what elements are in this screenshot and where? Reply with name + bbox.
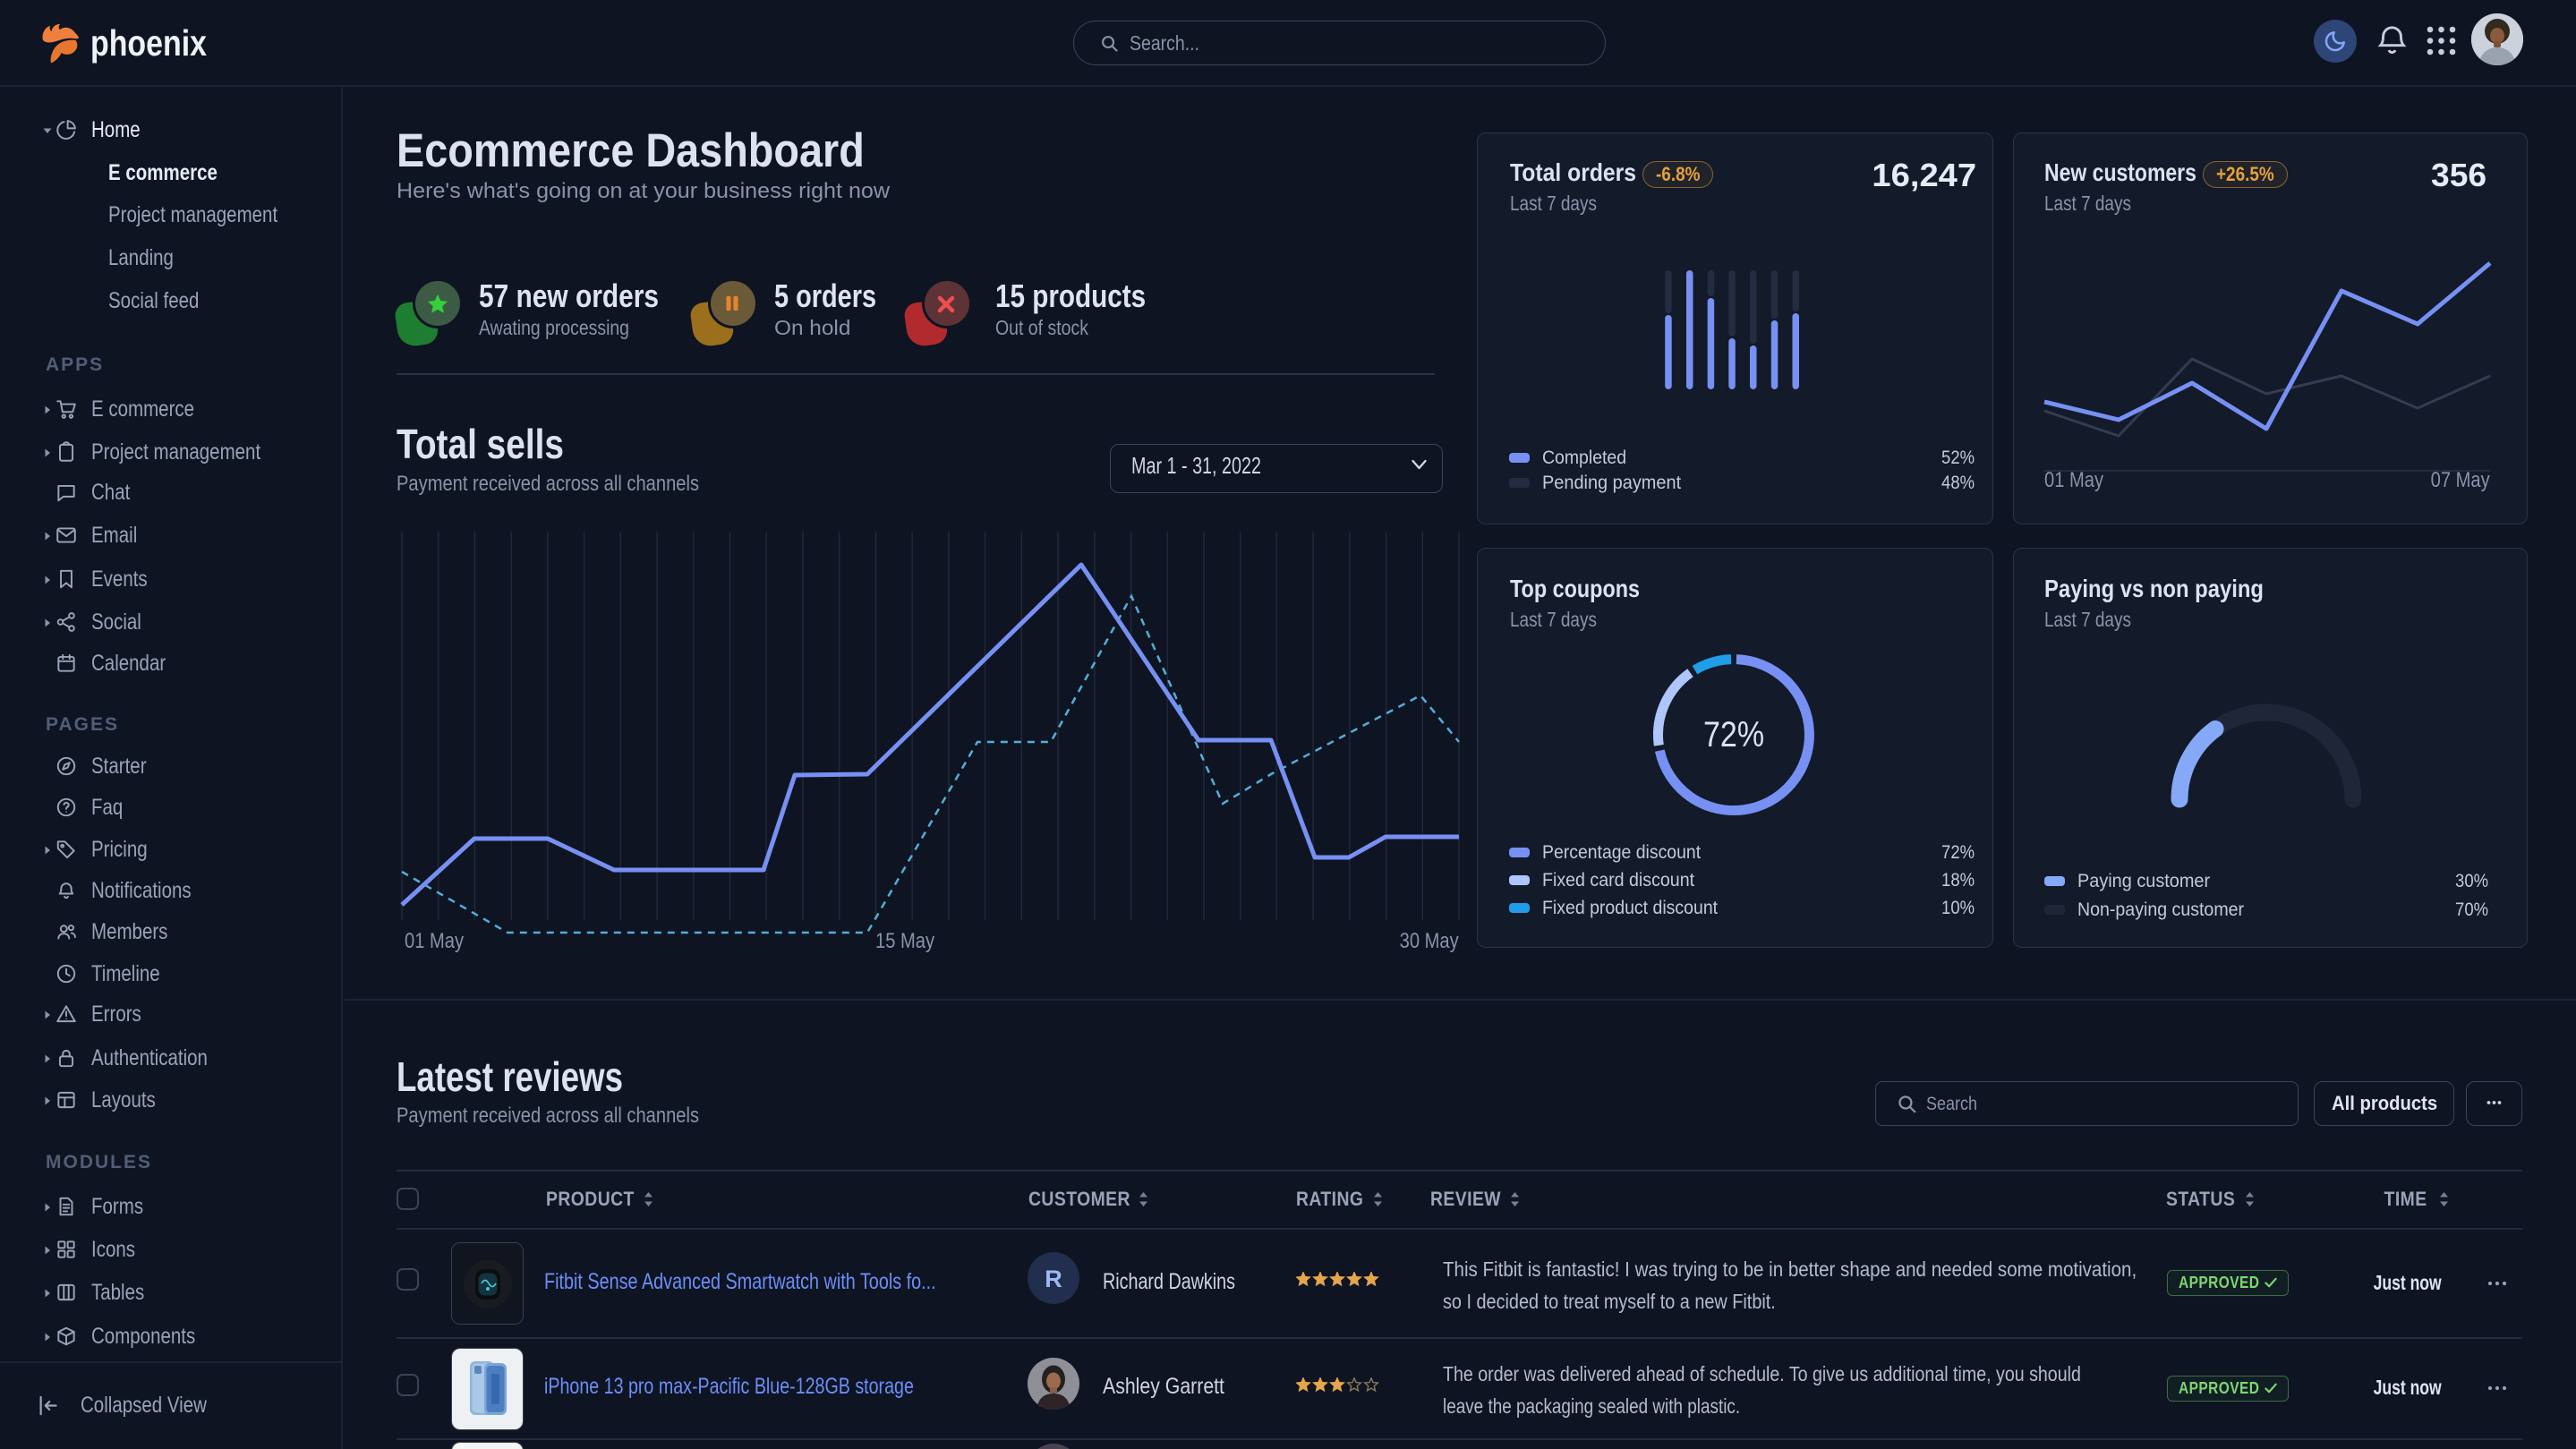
svg-text:R: R bbox=[1045, 1266, 1062, 1292]
